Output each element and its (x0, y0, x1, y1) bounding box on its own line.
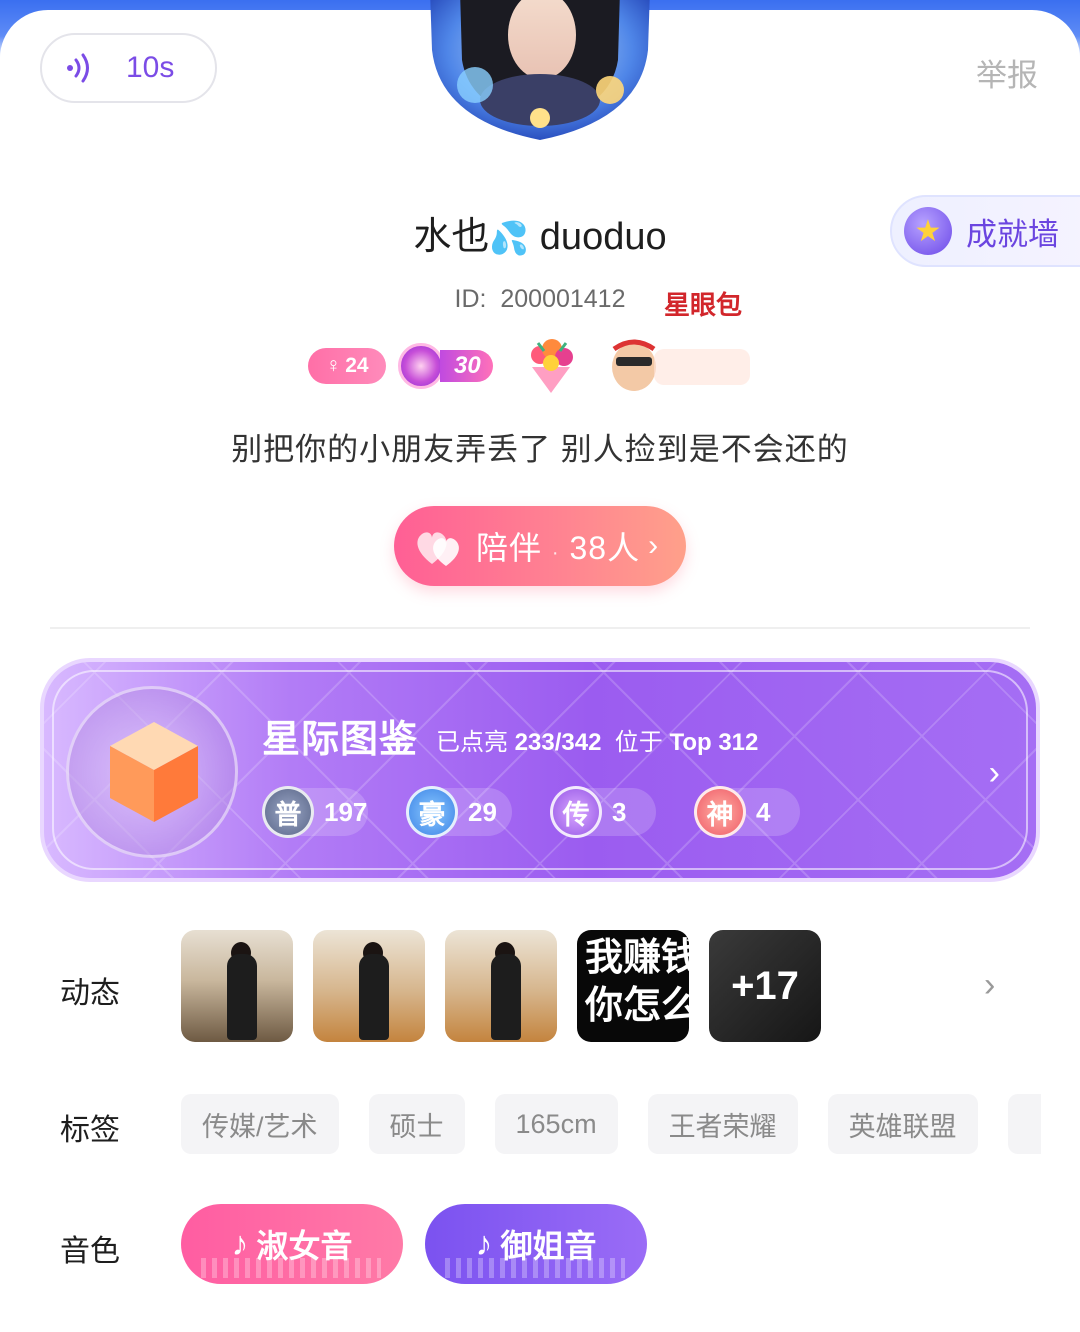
rarity-common: 普 197 (262, 786, 368, 838)
voice-duration: 10s (126, 51, 175, 84)
rarity-luxury-count: 29 (468, 796, 497, 827)
rarity-god-icon: 神 (694, 786, 746, 838)
hearts-icon (417, 532, 459, 566)
atlas-title: 星际图鉴 (262, 719, 419, 761)
rarity-luxury-icon: 豪 (406, 786, 458, 838)
bio-text: 别把你的小朋友弄丢了 别人捡到是不会还的 (231, 432, 849, 467)
avatar[interactable] (420, 0, 660, 150)
rarity-common-icon: 普 (262, 786, 314, 838)
sticker-text: 星眼包 (664, 291, 743, 321)
voice-type-list: ♪ 淑女音 ♪ 御姐音 (181, 1204, 647, 1284)
tag-chip: 传媒/艺术 (181, 1094, 339, 1154)
rarity-legend: 传 3 (550, 786, 656, 838)
moment-thumbnail[interactable] (181, 930, 293, 1042)
user-name-suffix: duoduo (539, 216, 667, 258)
moments-more-count: +17 (731, 963, 799, 1008)
star-icon: ★ (904, 207, 952, 255)
moments-strip[interactable]: 我赚钱 你怎么 +17 (181, 930, 821, 1042)
rarity-god: 神 4 (694, 786, 800, 838)
moment-thumbnail[interactable] (445, 930, 557, 1042)
voice-bars (201, 1258, 381, 1278)
gender-age-badge: ♀ 24 (308, 348, 386, 384)
achievement-wall-label: 成就墙 (966, 216, 1059, 252)
atlas-progress: 已点亮 233/342 位于 Top 312 (436, 722, 758, 757)
tag-chip: 硕士 (368, 1094, 465, 1154)
atlas-lit-value: 233/342 (514, 729, 602, 756)
moment-thumbnail[interactable] (313, 930, 425, 1042)
tag-chip: 165cm (494, 1094, 618, 1154)
voice-intro-button[interactable]: 10s (40, 33, 217, 103)
tag-chip-partial (1007, 1094, 1041, 1154)
level-value: 30 (440, 350, 493, 382)
tag-chip: 英雄联盟 (827, 1094, 978, 1154)
sound-wave-icon (67, 53, 89, 83)
voice-bars (445, 1258, 625, 1278)
rarity-luxury: 豪 29 (406, 786, 512, 838)
atlas-rank-prefix: 位于 (614, 729, 663, 756)
user-id-value: 200001412 (500, 285, 626, 313)
rarity-common-count: 197 (324, 796, 368, 827)
atlas-lit-prefix: 已点亮 (436, 729, 508, 756)
user-name-prefix: 水也 (413, 216, 490, 258)
tags-label: 标签 (60, 1114, 120, 1147)
chevron-right-icon: › (648, 529, 659, 562)
badge-row: ♀ 24 30 星眼包 (308, 291, 754, 397)
moments-more-thumbnail[interactable]: +17 (709, 930, 821, 1042)
moment-text: 我赚钱 你怎么 (585, 937, 689, 1027)
moments-label: 动态 (60, 977, 120, 1010)
cube-icon (110, 722, 198, 822)
diamond-gem-icon (398, 343, 444, 389)
user-id: ID: 200001412 (0, 285, 1080, 314)
rarity-row: 普 197 豪 29 传 3 神 4 (262, 786, 800, 838)
chevron-right-icon[interactable]: › (984, 966, 995, 1005)
section-divider (50, 627, 1030, 629)
flower-bouquet-badge-icon[interactable] (520, 337, 582, 395)
sweat-drops-emoji: 💦 (489, 220, 530, 256)
level-badge[interactable]: 30 (398, 343, 508, 389)
tag-chip: 王者荣耀 (647, 1094, 798, 1154)
rarity-legend-count: 3 (612, 796, 627, 827)
report-button[interactable]: 举报 (976, 50, 1038, 95)
sticker-badge[interactable]: 星眼包 (604, 291, 754, 397)
star-atlas-card[interactable]: 星际图鉴 已点亮 233/342 位于 Top 312 普 197 豪 29 传… (40, 658, 1040, 882)
achievement-wall-button[interactable]: ★ 成就墙 (890, 195, 1080, 267)
age-value: 24 (345, 354, 369, 377)
tags-list: 传媒/艺术 硕士 165cm 王者荣耀 英雄联盟 (181, 1094, 1041, 1154)
user-id-label: ID: (454, 285, 487, 313)
companion-button[interactable]: 陪伴 · 38人 › (394, 506, 686, 586)
voice-type-label: 音色 (60, 1235, 120, 1268)
voice-type-button[interactable]: ♪ 御姐音 (425, 1204, 647, 1284)
female-icon: ♀ (325, 354, 342, 377)
companion-label: 陪伴 · 38人 (476, 530, 641, 566)
moment-text-thumbnail[interactable]: 我赚钱 你怎么 (577, 930, 689, 1042)
voice-type-button[interactable]: ♪ 淑女音 (181, 1204, 403, 1284)
atlas-rank-value: Top 312 (669, 729, 759, 756)
rarity-legend-icon: 传 (550, 786, 602, 838)
rarity-god-count: 4 (756, 796, 771, 827)
chevron-right-icon: › (988, 754, 1000, 792)
